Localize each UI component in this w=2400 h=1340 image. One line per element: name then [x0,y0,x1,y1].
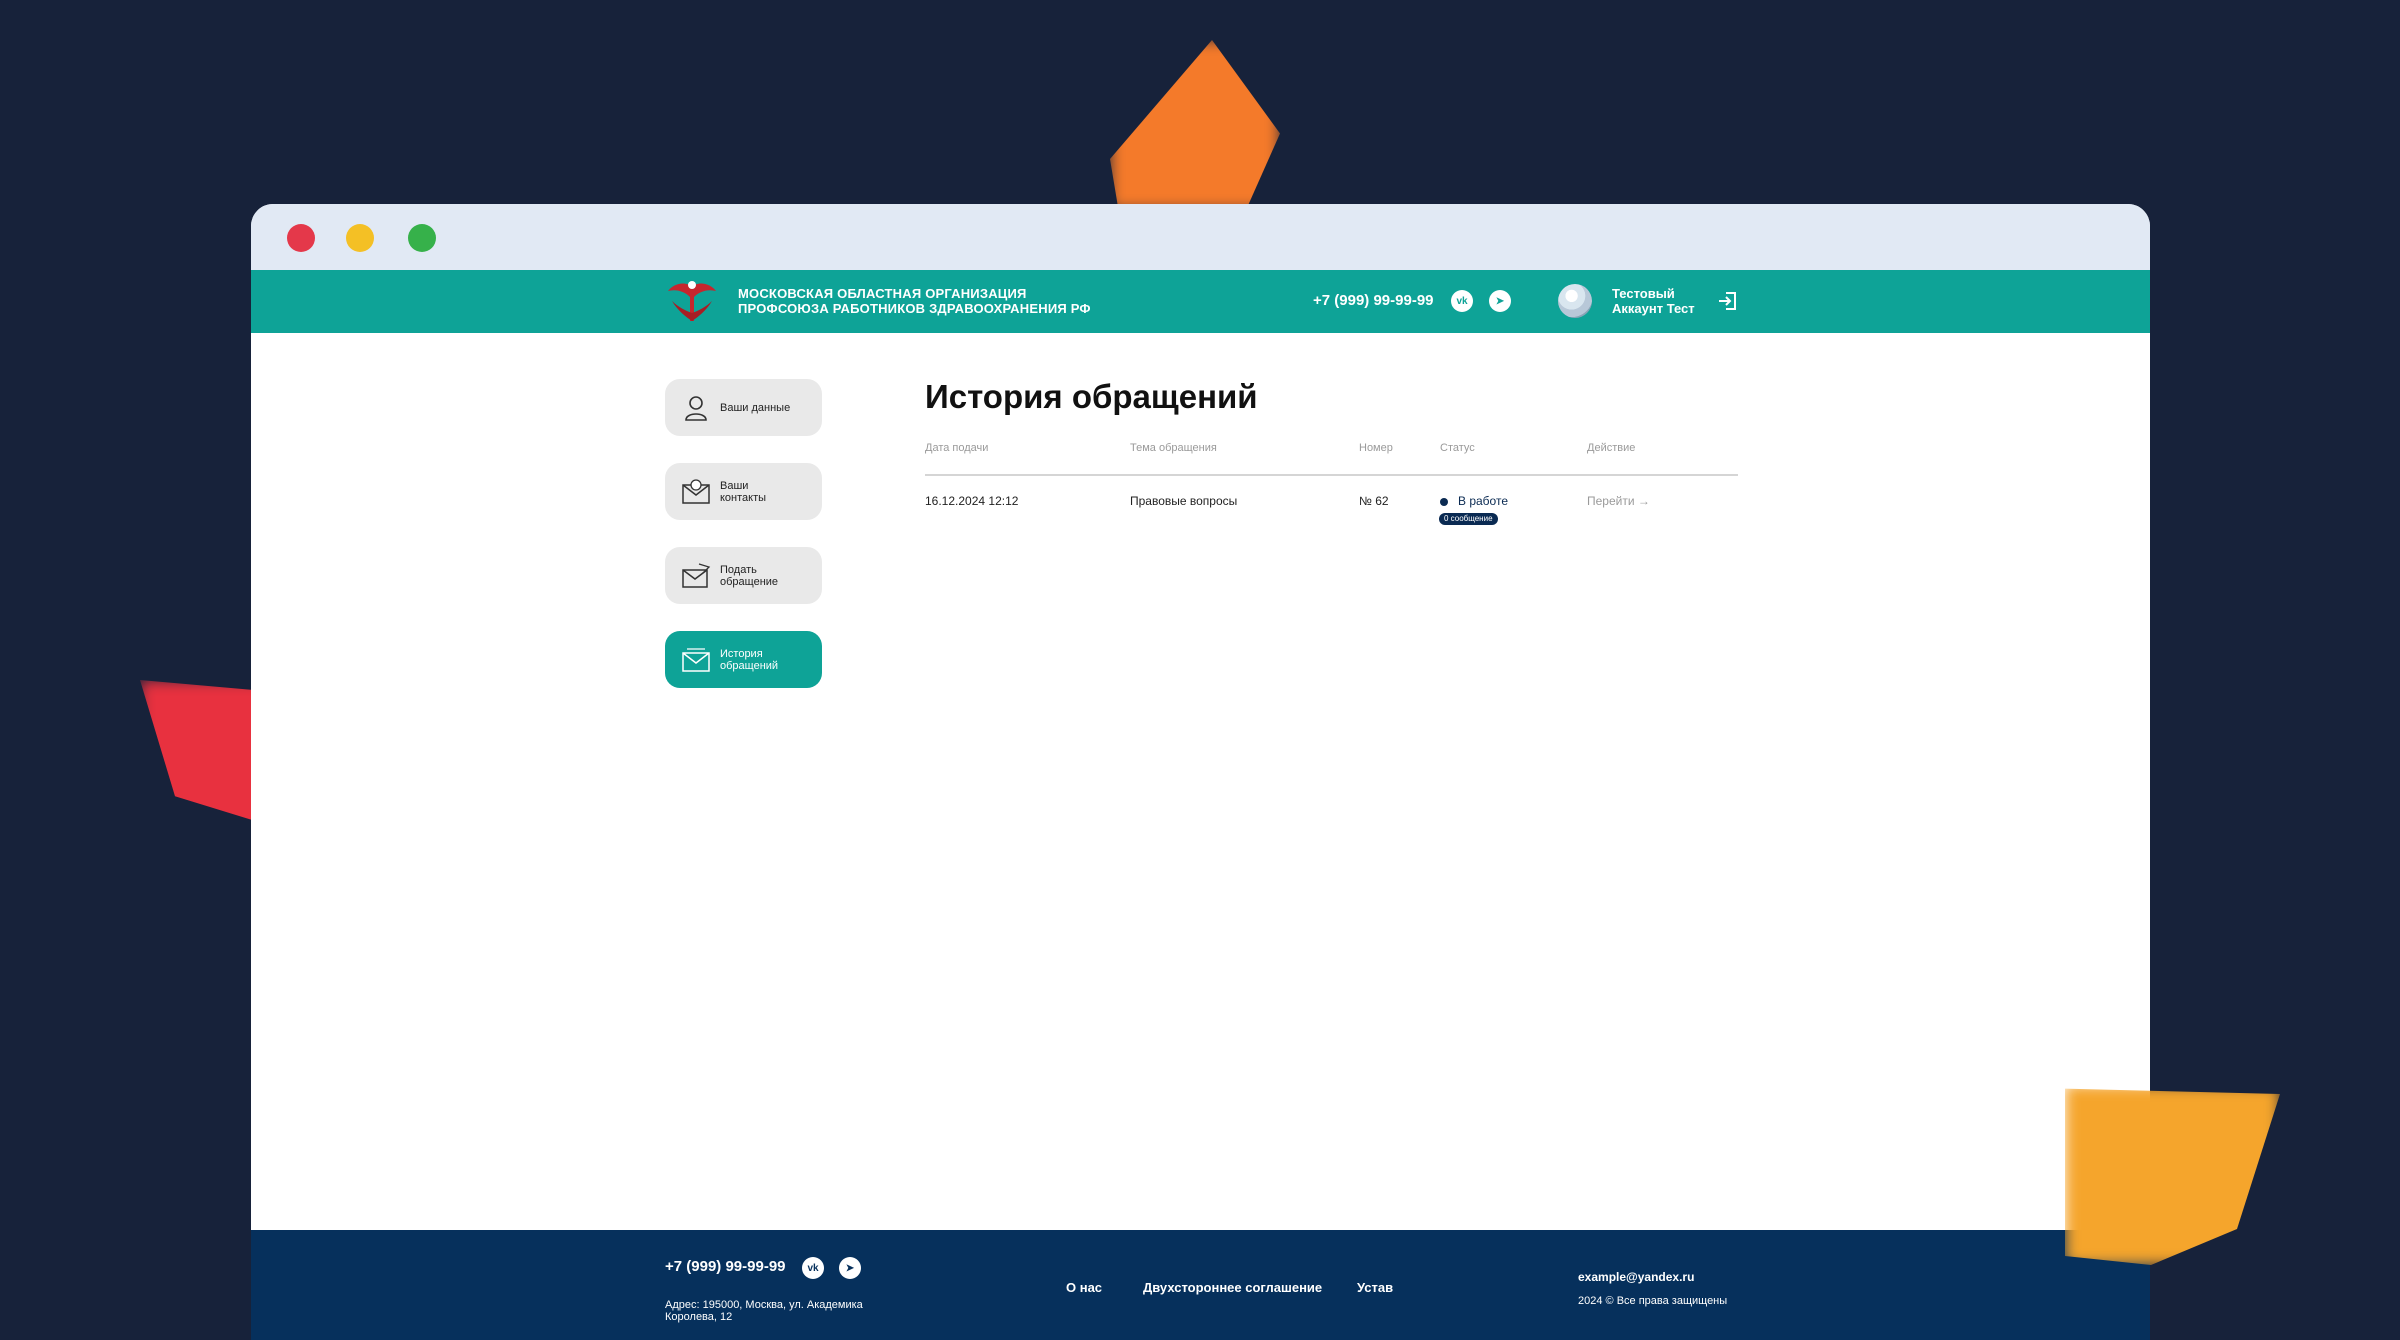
user-name-line2: Аккаунт Тест [1612,301,1695,316]
minimize-window-button[interactable] [346,224,374,252]
history-envelope-icon [682,647,710,672]
org-name-line2: ПРОФСОЮЗА РАБОТНИКОВ ЗДРАВООХРАНЕНИЯ РФ [738,301,1091,316]
sidebar-item-your-contacts[interactable]: Ваши контакты [665,463,822,520]
site-header: МОСКОВСКАЯ ОБЛАСТНАЯ ОРГАНИЗАЦИЯ ПРОФСОЮ… [251,270,2150,333]
footer-copyright: 2024 © Все права защищены [1578,1295,1728,1307]
maximize-window-button[interactable] [408,224,436,252]
row-date: 16.12.2024 12:12 [925,494,1019,508]
sidebar-item-request-history[interactable]: История обращений [665,631,822,688]
footer-address: Адрес: 195000, Москва, ул. Академика Кор… [665,1299,863,1323]
footer-phone[interactable]: +7 (999) 99-99-99 [665,1258,786,1275]
decorative-yellow-shape [2065,1088,2280,1265]
user-name-line1: Тестовый [1612,286,1675,301]
message-count-badge: 0 сообщение [1439,513,1498,525]
sidebar-item-label: Ваши контакты [720,479,767,504]
sidebar-item-label: Подать обращение [720,563,779,588]
footer-link-agreement[interactable]: Двухстороннее соглашение [1143,1280,1322,1295]
column-header-action: Действие [1587,442,1636,454]
footer-link-about[interactable]: О нас [1066,1280,1102,1295]
sidebar-item-label: История обращений [720,647,779,672]
close-window-button[interactable] [287,224,315,252]
column-header-date: Дата подачи [925,442,989,454]
row-topic: Правовые вопросы [1130,494,1238,508]
row-number: № 62 [1359,494,1389,508]
contacts-envelope-icon [682,478,710,504]
go-to-request-link[interactable]: Перейти → [1587,494,1650,508]
logout-icon[interactable] [1716,289,1740,313]
address-line2: Королева, 12 [665,1311,733,1323]
org-name-line1: МОСКОВСКАЯ ОБЛАСТНАЯ ОРГАНИЗАЦИЯ [738,286,1027,301]
window-titlebar [251,204,2150,270]
decorative-orange-shape [1110,40,1280,210]
telegram-icon[interactable]: ➤ [839,1257,861,1279]
sidebar-item-submit-request[interactable]: Подать обращение [665,547,822,604]
footer-email[interactable]: example@yandex.ru [1578,1270,1694,1284]
union-logo-icon[interactable] [664,277,720,325]
footer-link-charter[interactable]: Устав [1357,1280,1393,1295]
sidebar-item-label: Ваши данные [720,401,791,414]
vk-icon[interactable]: vk [802,1257,824,1279]
column-header-topic: Тема обращения [1130,442,1217,454]
page-title: История обращений [925,378,1258,415]
header-phone[interactable]: +7 (999) 99-99-99 [1313,292,1434,309]
sidebar-item-your-data[interactable]: Ваши данные [665,379,822,436]
status-dot-icon [1440,498,1448,506]
send-envelope-icon [682,562,711,588]
column-header-number: Номер [1359,442,1393,454]
site-footer: +7 (999) 99-99-99 vk ➤ Адрес: 195000, Мо… [251,1230,2150,1340]
user-icon [685,395,707,421]
org-name[interactable]: МОСКОВСКАЯ ОБЛАСТНАЯ ОРГАНИЗАЦИЯ ПРОФСОЮ… [738,286,1091,316]
telegram-icon[interactable]: ➤ [1489,290,1511,312]
address-line1: Адрес: 195000, Москва, ул. Академика [665,1299,863,1311]
avatar[interactable] [1558,284,1592,318]
status-badge: В работе [1458,494,1509,508]
table-header-divider [925,474,1738,476]
vk-icon[interactable]: vk [1451,290,1473,312]
column-header-status: Статус [1440,442,1475,454]
user-name[interactable]: Тестовый Аккаунт Тест [1612,286,1695,316]
browser-window: МОСКОВСКАЯ ОБЛАСТНАЯ ОРГАНИЗАЦИЯ ПРОФСОЮ… [251,204,2150,1340]
